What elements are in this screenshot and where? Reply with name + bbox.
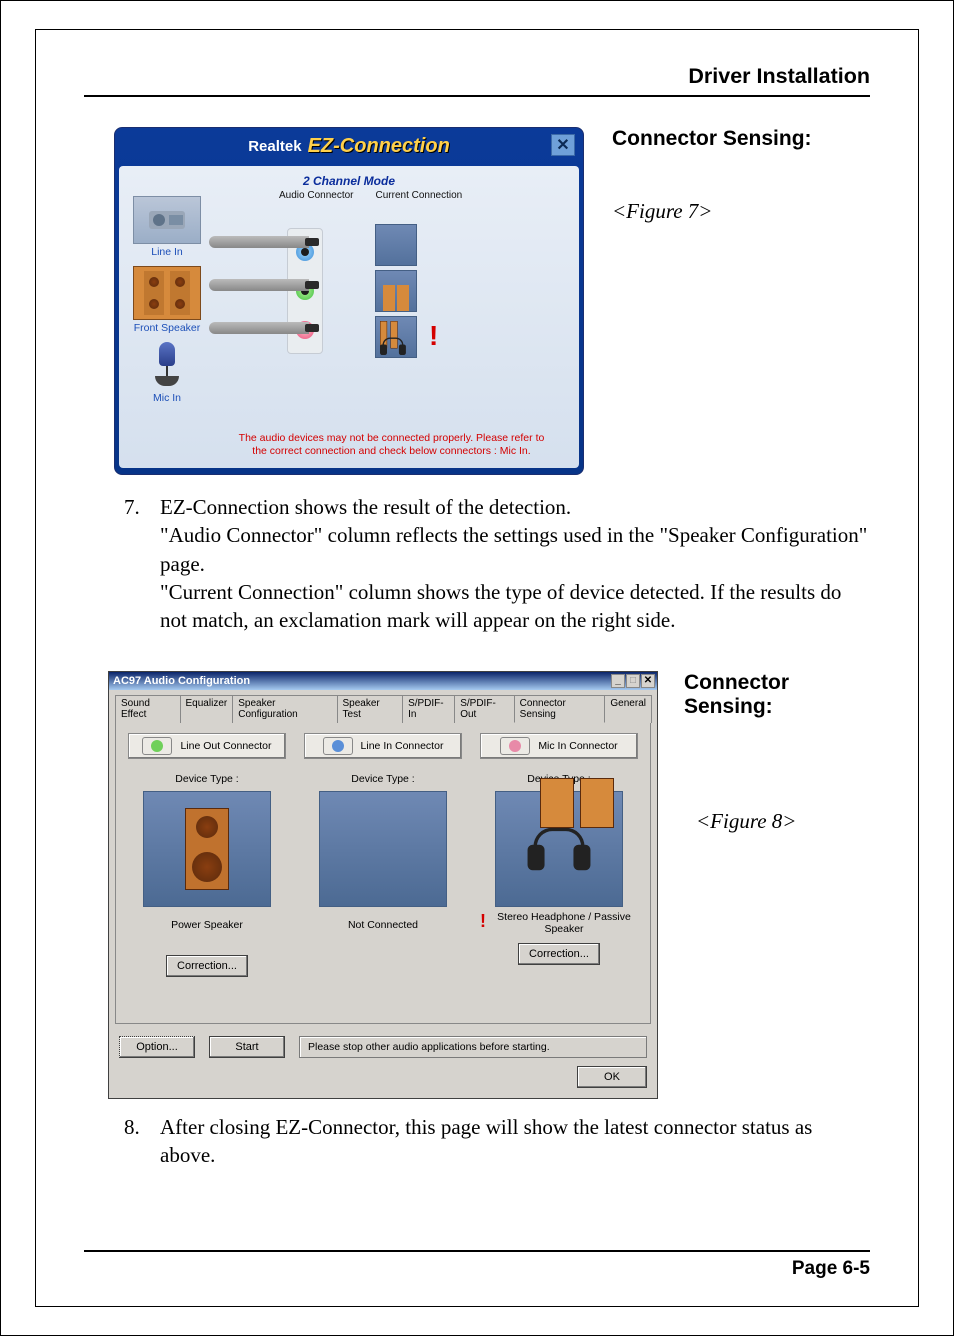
close-icon[interactable]: ✕ bbox=[551, 134, 575, 156]
tab-panel: Line Out Connector Device Type : Power S… bbox=[115, 722, 651, 1024]
line-in-connector-label: Line In Connector bbox=[361, 740, 444, 752]
jack-blue-icon bbox=[323, 737, 353, 755]
column-mic-in: Mic In Connector Device Type : ! Stereo … bbox=[480, 733, 638, 1017]
maximize-icon[interactable]: □ bbox=[626, 674, 640, 688]
thumb-power-speaker bbox=[143, 791, 271, 907]
plug-2 bbox=[209, 279, 309, 291]
close-icon[interactable]: ✕ bbox=[641, 674, 655, 688]
mic-in-label: Mic In bbox=[153, 392, 181, 404]
front-speaker-icon bbox=[133, 266, 201, 320]
hint-groove: Please stop other audio applications bef… bbox=[299, 1036, 647, 1058]
figure-8-caption-col: Connector Sensing: <Figure 8> bbox=[684, 671, 870, 1099]
ez-mode-label: 2 Channel Mode bbox=[129, 174, 569, 188]
mic-in-connector-label: Mic In Connector bbox=[538, 740, 617, 752]
column-line-in: Line In Connector Device Type : Not Conn… bbox=[304, 733, 462, 1017]
ez-left-devices: Line In Front Speaker Mic In bbox=[133, 196, 201, 404]
ok-button[interactable]: OK bbox=[577, 1066, 647, 1088]
line-out-connector-button[interactable]: Line Out Connector bbox=[128, 733, 286, 759]
figure-8-caption: <Figure 8> bbox=[696, 809, 870, 834]
result-not-connected: Not Connected bbox=[348, 919, 418, 947]
item-8-number: 8. bbox=[124, 1113, 148, 1170]
line-out-connector-label: Line Out Connector bbox=[180, 740, 271, 752]
thumb-not-connected bbox=[319, 791, 447, 907]
tab-spdif-in[interactable]: S/PDIF-In bbox=[402, 695, 455, 723]
device-type-label-0: Device Type : bbox=[175, 773, 238, 785]
ez-brand: Realtek bbox=[248, 138, 301, 155]
line-in-label: Line In bbox=[151, 246, 183, 258]
item-7-number: 7. bbox=[124, 493, 148, 635]
window-buttons: _ □ ✕ bbox=[611, 674, 655, 688]
current-conn-3 bbox=[375, 316, 417, 358]
item-7-line-3: "Current Connection" column shows the ty… bbox=[160, 578, 870, 635]
ez-warning-text: The audio devices may not be connected p… bbox=[234, 432, 549, 458]
list-item-7: 7. EZ-Connection shows the result of the… bbox=[84, 493, 870, 635]
thumb-headphone bbox=[495, 791, 623, 907]
tab-speaker-config[interactable]: Speaker Configuration bbox=[232, 695, 337, 723]
front-speaker-label: Front Speaker bbox=[134, 322, 201, 334]
plug-3 bbox=[209, 322, 309, 334]
figure-7-row: Realtek EZ-Connection ✕ 2 Channel Mode A… bbox=[84, 127, 870, 475]
line-in-connector-button[interactable]: Line In Connector bbox=[304, 733, 462, 759]
item-8-line-1: After closing EZ-Connector, this page wi… bbox=[160, 1113, 870, 1170]
tab-connector-sensing[interactable]: Connector Sensing bbox=[514, 695, 606, 723]
figure-8-row: AC97 Audio Configuration _ □ ✕ Sound Eff… bbox=[84, 671, 870, 1099]
ez-product: EZ-Connection bbox=[308, 135, 450, 158]
minimize-icon[interactable]: _ bbox=[611, 674, 625, 688]
ac97-bottom-row: Option... Start Please stop other audio … bbox=[109, 1030, 657, 1066]
column-line-out: Line Out Connector Device Type : Power S… bbox=[128, 733, 286, 1017]
ac97-titlebar: AC97 Audio Configuration _ □ ✕ bbox=[109, 672, 657, 690]
tab-speaker-test[interactable]: Speaker Test bbox=[337, 695, 404, 723]
item-7-line-1: EZ-Connection shows the result of the de… bbox=[160, 493, 870, 521]
connector-sensing-label-2: Connector Sensing: bbox=[684, 671, 870, 719]
connector-sensing-label-1: Connector Sensing: bbox=[612, 127, 812, 151]
correction-button-0[interactable]: Correction... bbox=[166, 955, 248, 977]
ez-column-headers: Audio Connector Current Connection bbox=[279, 190, 462, 201]
result-stereo-headphone: Stereo Headphone / Passive Speaker bbox=[490, 911, 638, 939]
ok-row: OK bbox=[109, 1066, 657, 1098]
exclamation-icon: ! bbox=[480, 911, 486, 932]
line-in-device-icon bbox=[133, 196, 201, 244]
figure-7-caption-col: Connector Sensing: <Figure 7> bbox=[612, 127, 812, 475]
figure-7-caption: <Figure 7> bbox=[612, 199, 812, 224]
tab-equalizer[interactable]: Equalizer bbox=[180, 695, 234, 723]
option-button[interactable]: Option... bbox=[119, 1036, 195, 1058]
device-type-label-1: Device Type : bbox=[351, 773, 414, 785]
ez-col-audio: Audio Connector bbox=[279, 190, 354, 201]
ac97-window: AC97 Audio Configuration _ □ ✕ Sound Eff… bbox=[108, 671, 658, 1099]
ez-connection-window: Realtek EZ-Connection ✕ 2 Channel Mode A… bbox=[114, 127, 584, 475]
page-footer: Page 6-5 bbox=[84, 1250, 870, 1280]
page-header: Driver Installation bbox=[84, 64, 870, 97]
jack-pink-icon bbox=[500, 737, 530, 755]
ac97-title-text: AC97 Audio Configuration bbox=[113, 675, 250, 687]
mic-in-connector-button[interactable]: Mic In Connector bbox=[480, 733, 638, 759]
start-button[interactable]: Start bbox=[209, 1036, 285, 1058]
item-7-line-2: "Audio Connector" column reflects the se… bbox=[160, 521, 870, 578]
tab-sound-effect[interactable]: Sound Effect bbox=[115, 695, 181, 723]
correction-button-2[interactable]: Correction... bbox=[518, 943, 600, 965]
result-power-speaker: Power Speaker bbox=[171, 919, 243, 947]
exclamation-icon: ! bbox=[429, 320, 438, 352]
ez-window-body: 2 Channel Mode Audio Connector Current C… bbox=[119, 166, 579, 468]
ez-col-current: Current Connection bbox=[376, 190, 463, 201]
ez-window-titlebar: Realtek EZ-Connection ✕ bbox=[115, 128, 583, 164]
tab-general[interactable]: General bbox=[604, 695, 652, 723]
tab-strip: Sound Effect Equalizer Speaker Configura… bbox=[109, 690, 657, 722]
tab-spdif-out[interactable]: S/PDIF-Out bbox=[454, 695, 514, 723]
mic-in-icon bbox=[152, 342, 182, 390]
current-conn-1 bbox=[375, 224, 417, 266]
jack-green-icon bbox=[142, 737, 172, 755]
plug-1 bbox=[209, 236, 309, 248]
list-item-8: 8. After closing EZ-Connector, this page… bbox=[84, 1113, 870, 1170]
